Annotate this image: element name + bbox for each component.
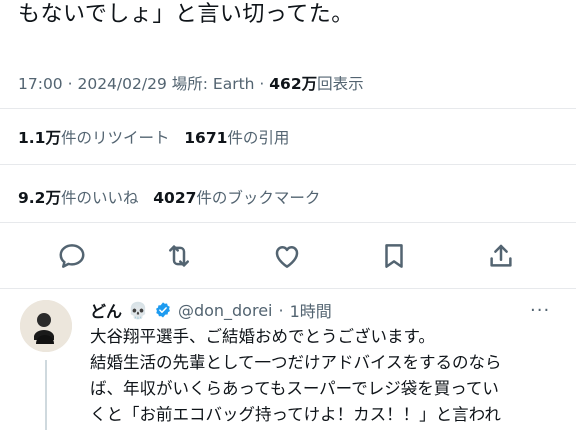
share-button[interactable] xyxy=(481,236,521,276)
skull-icon: 💀 xyxy=(128,300,148,320)
tweet-place: 場所: Earth xyxy=(171,75,255,93)
reply-button[interactable] xyxy=(52,236,92,276)
like-button[interactable] xyxy=(267,236,307,276)
bookmarks-label: 件のブックマーク xyxy=(196,189,321,207)
views-count: 462万 xyxy=(269,75,318,93)
reply-line: ば、年収がいくらあってもスーパーでレジ袋を買ってい xyxy=(90,379,499,398)
reply-icon xyxy=(59,244,85,268)
likes-count: 9.2万 xyxy=(18,189,61,207)
divider xyxy=(0,108,576,109)
meta-separator: · xyxy=(259,75,270,93)
tweet-time[interactable]: 17:00 xyxy=(18,75,63,93)
retweet-icon xyxy=(169,245,189,267)
quotes-label: 件の引用 xyxy=(227,129,290,147)
retweets-stat[interactable]: 1.1万件のリツイート xyxy=(18,129,169,147)
reply-header: どん 💀 @don_dorei · 1時間 xyxy=(90,298,332,322)
avatar[interactable] xyxy=(20,300,72,352)
tweet-text-tail: もないでしょ」と言い切ってた。 xyxy=(18,2,354,27)
retweets-count: 1.1万 xyxy=(18,129,61,147)
retweets-label: 件のリツイート xyxy=(60,129,170,147)
retweet-button[interactable] xyxy=(159,236,199,276)
quotes-stat[interactable]: 1671件の引用 xyxy=(184,129,289,147)
meta-separator: · xyxy=(278,300,284,320)
avatar-image-icon xyxy=(20,300,72,352)
verified-badge-icon xyxy=(155,302,170,318)
divider xyxy=(0,222,576,223)
bookmarks-count: 4027 xyxy=(153,189,197,207)
reply-author-name[interactable]: どん xyxy=(90,298,122,322)
share-icon xyxy=(490,244,512,267)
reply-text: 大谷翔平選手、ご結婚おめでとうございます。 結婚生活の先輩として一つだけアドバイ… xyxy=(90,324,560,428)
quotes-count: 1671 xyxy=(184,129,228,147)
reply-line: 結婚生活の先輩として一つだけアドバイスをするのなら xyxy=(90,353,502,372)
bookmark-icon xyxy=(385,244,403,268)
tweet-meta: 17:00 · 2024/02/29 場所: Earth · 462万回表示 xyxy=(18,72,364,94)
action-bar xyxy=(0,236,576,276)
bookmarks-stat[interactable]: 4027件のブックマーク xyxy=(153,189,320,207)
likes-stat[interactable]: 9.2万件のいいね xyxy=(18,189,138,207)
tweet-date[interactable]: 2024/02/29 xyxy=(77,75,166,93)
reply-line: 大谷翔平選手、ご結婚おめでとうございます。 xyxy=(90,327,435,346)
thread-line xyxy=(45,360,47,430)
reply-line: くと「お前エコバッグ持ってけよ！カス！！」と言われ xyxy=(90,405,501,424)
likes-label: 件のいいね xyxy=(60,189,139,207)
stats-row-retweets: 1.1万件のリツイート 1671件の引用 xyxy=(18,126,289,148)
like-icon xyxy=(275,246,299,268)
divider xyxy=(0,164,576,165)
bookmark-button[interactable] xyxy=(374,236,414,276)
meta-separator: · xyxy=(67,75,78,93)
divider xyxy=(0,288,576,289)
reply-author-handle[interactable]: @don_dorei xyxy=(178,301,273,320)
views-label: 回表示 xyxy=(317,75,364,93)
reply-time[interactable]: 1時間 xyxy=(290,298,332,322)
stats-row-likes: 9.2万件のいいね 4027件のブックマーク xyxy=(18,186,320,208)
more-options-button[interactable]: ··· xyxy=(530,300,550,321)
